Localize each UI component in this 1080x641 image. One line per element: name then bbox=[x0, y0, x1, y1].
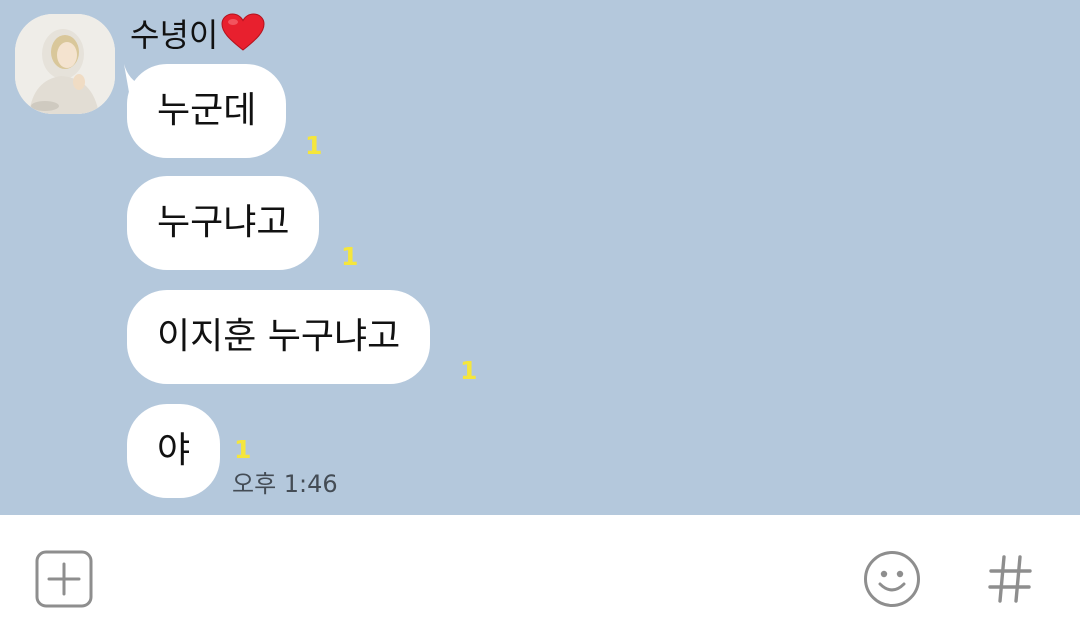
red-heart-icon bbox=[220, 12, 266, 63]
emoji-smile-icon[interactable] bbox=[863, 550, 921, 608]
profile-avatar[interactable] bbox=[15, 14, 115, 114]
sender-name-label: 수녕이 bbox=[130, 16, 219, 54]
message-bubble[interactable]: 이지훈 누구냐고 bbox=[127, 290, 431, 384]
plus-square-icon[interactable] bbox=[35, 550, 93, 608]
hashtag-icon[interactable] bbox=[986, 553, 1034, 605]
message-bubble[interactable]: 누구냐고 bbox=[127, 176, 320, 270]
avatar-photo-icon bbox=[15, 14, 115, 114]
message-text: 이지훈 누구냐고 bbox=[157, 316, 401, 357]
message-input-bar bbox=[0, 515, 1080, 641]
message-text: 누구냐고 bbox=[157, 202, 290, 243]
message-text: 누군데 bbox=[157, 90, 257, 131]
message-bubble[interactable]: 누군데 bbox=[127, 64, 287, 158]
message-bubble[interactable]: 야 bbox=[127, 404, 221, 498]
unread-count: 1 bbox=[341, 242, 359, 271]
unread-count: 1 bbox=[305, 131, 323, 160]
message-timestamp: 오후 1:46 bbox=[232, 470, 338, 498]
chat-area: 수녕이 누군데 1 누구냐고 1 이지훈 누구냐고 1 야 1 오후 1:46 bbox=[0, 0, 1080, 515]
sender-name: 수녕이 bbox=[130, 12, 266, 63]
unread-count: 1 bbox=[460, 356, 478, 385]
message-text: 야 bbox=[157, 430, 191, 471]
unread-count: 1 bbox=[234, 435, 252, 464]
